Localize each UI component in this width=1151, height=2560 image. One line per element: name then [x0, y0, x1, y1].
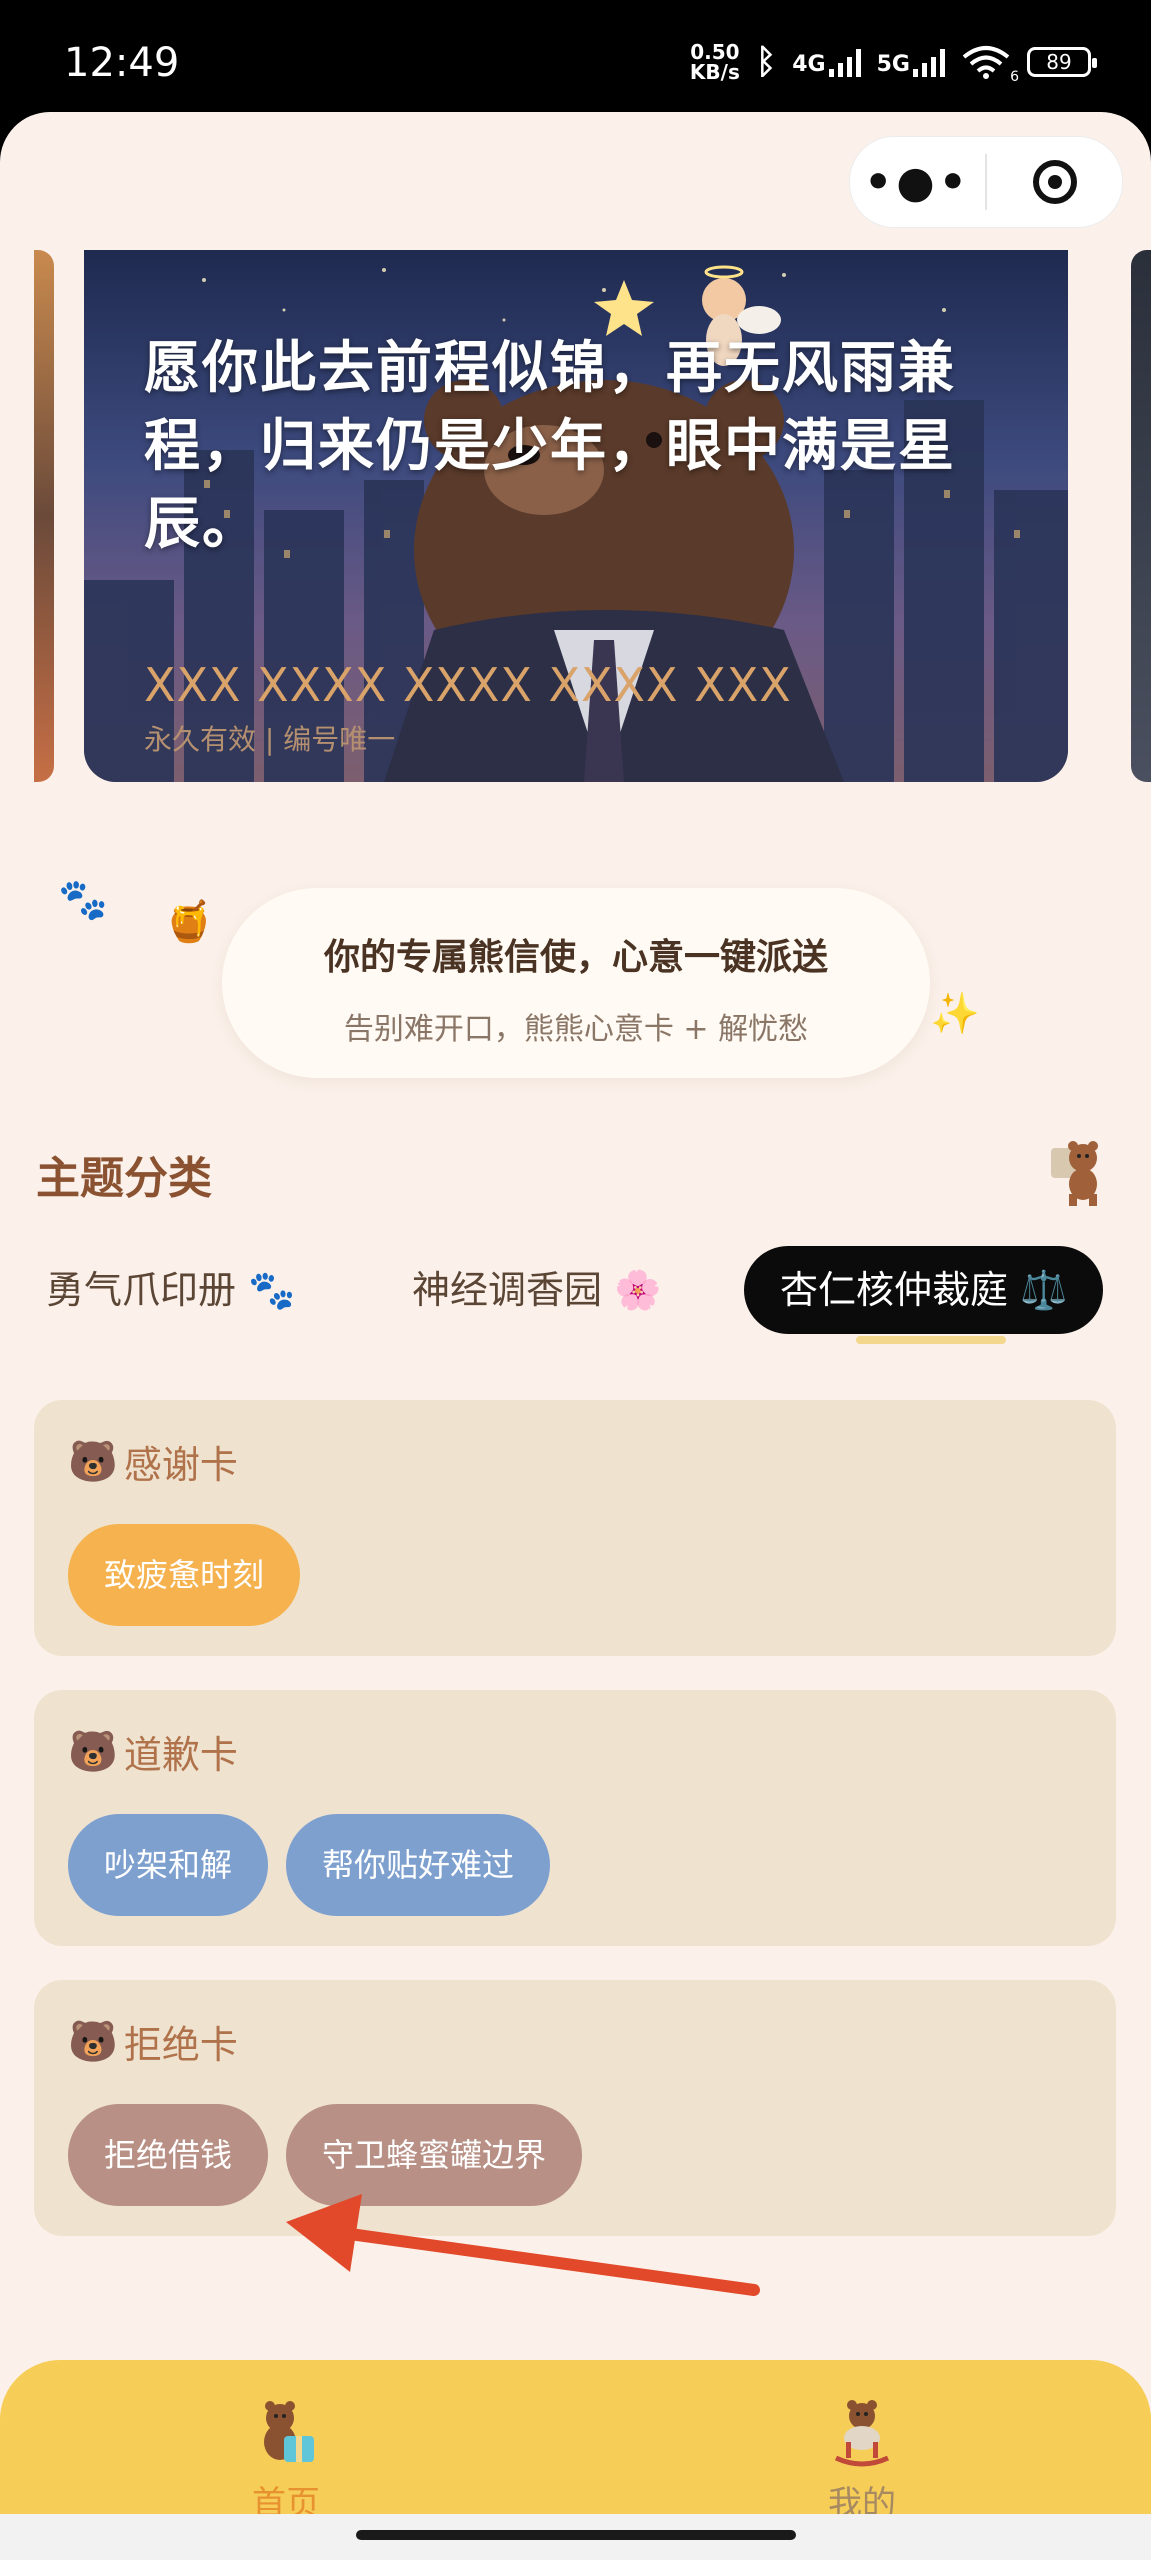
signal-5g-label: 5G [876, 52, 910, 77]
chips-apology: 吵架和解 帮你贴好难过 [68, 1814, 551, 1916]
battery-level: 89 [1046, 50, 1072, 74]
tabbar-home[interactable]: 首页 [186, 2398, 386, 2525]
tab-neuro-fragrance[interactable]: 神经调香园 🌸 [412, 1246, 661, 1334]
carousel-next-peek[interactable] [1131, 250, 1151, 782]
active-tab-underline [856, 1336, 1006, 1344]
network-speed-value: 0.50 [690, 40, 740, 64]
tab-courage-paw[interactable]: 勇气爪印册 🐾 [46, 1246, 295, 1334]
signal-5g-icon: 5G [877, 47, 945, 77]
mini-program-capsule: •●• [849, 136, 1123, 228]
card-title-apology: 🐻 道歉卡 [68, 1724, 238, 1779]
signal-4g-label: 4G [792, 52, 826, 77]
banner-quote: 愿你此去前程似锦，再无风雨兼程，归来仍是少年，眼中满是星辰。 [144, 336, 956, 557]
close-mini-program-button[interactable] [987, 160, 1122, 204]
bear-face-icon: 🐻 [68, 1439, 118, 1485]
sparkles-icon: ✨ [930, 991, 980, 1037]
more-menu-button[interactable]: •●• [850, 157, 985, 208]
chips-thanks: 致疲惫时刻 [68, 1524, 301, 1626]
wifi-sub-label: 6 [1010, 69, 1019, 85]
target-close-icon [1032, 160, 1077, 204]
network-speed-unit: KB/s [689, 60, 740, 84]
mail-bear-mascot-icon [1045, 1138, 1111, 1208]
banner-card-code: XXX XXXX XXXX XXXX XXX [144, 658, 792, 712]
chip-refuse-lending[interactable]: 拒绝借钱 [68, 2104, 269, 2206]
status-icons: 0.50 KB/s ᛒ 4G 5G 6 89 [690, 42, 1097, 85]
chip-guard-honey-boundary[interactable]: 守卫蜂蜜罐边界 [286, 2104, 583, 2206]
intro-subtitle: 告别难开口，熊熊心意卡 + 解忧愁 [343, 1012, 809, 1047]
paw-print-icon: 🐾 [58, 877, 108, 923]
card-thanks: 🐻 感谢卡 致疲惫时刻 [34, 1400, 1116, 1656]
signal-4g-icon: 4G [792, 47, 861, 77]
card-title-refusal-label: 拒绝卡 [123, 2023, 238, 2067]
chips-refusal: 拒绝借钱 守卫蜂蜜罐边界 [68, 2104, 583, 2206]
card-apology: 🐻 道歉卡 吵架和解 帮你贴好难过 [34, 1690, 1116, 1946]
tabbar-mine[interactable]: 我的 [762, 2398, 962, 2525]
card-title-thanks-label: 感谢卡 [123, 1443, 238, 1487]
section-title: 主题分类 [36, 1153, 212, 1204]
intro-title: 你的专属熊信使，心意一键派送 [323, 937, 828, 978]
mini-program-page: •●• 愿你此去前程似锦，再无风雨兼程，归来仍是少年，眼中满是星辰。 XXX X… [0, 112, 1151, 2560]
carousel-prev-peek[interactable] [34, 250, 54, 782]
network-speed: 0.50 KB/s [690, 42, 740, 82]
card-refusal: 🐻 拒绝卡 拒绝借钱 守卫蜂蜜罐边界 [34, 1980, 1116, 2236]
battery-icon: 89 [1027, 47, 1097, 77]
bear-rocking-horse-icon [822, 2398, 902, 2470]
tab-amygdala-court[interactable]: 杏仁核仲裁庭 ⚖️ [744, 1246, 1104, 1334]
card-title-refusal: 🐻 拒绝卡 [68, 2014, 238, 2069]
chip-tired-moment[interactable]: 致疲惫时刻 [68, 1524, 301, 1626]
home-indicator[interactable] [356, 2530, 796, 2540]
banner-card-meta: 永久有效 | 编号唯一 [144, 723, 396, 756]
bear-gift-home-icon [246, 2398, 326, 2470]
bear-face-icon: 🐻 [68, 2019, 118, 2065]
banner-card[interactable]: 愿你此去前程似锦，再无风雨兼程，归来仍是少年，眼中满是星辰。 XXX XXXX … [84, 250, 1068, 782]
chip-quarrel-reconcile[interactable]: 吵架和解 [68, 1814, 269, 1916]
intro-bubble: 你的专属熊信使，心意一键派送 告别难开口，熊熊心意卡 + 解忧愁 [222, 888, 930, 1078]
card-title-thanks: 🐻 感谢卡 [68, 1434, 238, 1489]
bear-face-icon: 🐻 [68, 1729, 118, 1775]
chip-patch-sadness[interactable]: 帮你贴好难过 [286, 1814, 551, 1916]
bluetooth-icon: ᛒ [755, 42, 777, 82]
status-time: 12:49 [64, 40, 180, 86]
status-bar: 12:49 0.50 KB/s ᛒ 4G 5G 6 89 [0, 0, 1151, 112]
honey-jar-icon: 🍯 [164, 899, 214, 945]
card-title-apology-label: 道歉卡 [123, 1733, 238, 1777]
wifi-icon: 6 [961, 45, 1019, 85]
